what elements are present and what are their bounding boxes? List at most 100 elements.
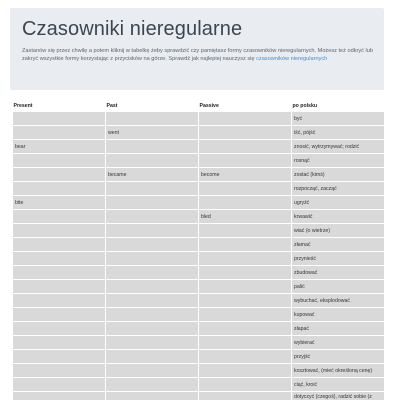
table-row: palić (12, 279, 385, 294)
cell-passive[interactable] (198, 237, 292, 252)
table-row: bled krwawić (12, 209, 385, 224)
cell-passive[interactable]: become (198, 167, 292, 182)
cell-polish[interactable]: przyjść (291, 349, 385, 364)
cell-past[interactable] (105, 349, 199, 364)
cell-present[interactable] (12, 111, 106, 126)
cell-passive[interactable] (198, 125, 292, 140)
cell-present[interactable]: bite (12, 195, 106, 210)
cell-polish[interactable]: wybierać (291, 335, 385, 350)
irregular-verbs-link[interactable]: czasowników nieregularnych (256, 56, 327, 62)
table-row: wiać (o wietrze) (12, 223, 385, 238)
cell-past[interactable] (105, 307, 199, 322)
cell-polish[interactable]: rozpocząć, zacząć (291, 181, 385, 196)
cell-passive[interactable] (198, 181, 292, 196)
cell-present[interactable] (12, 153, 106, 168)
cell-past[interactable] (105, 321, 199, 336)
cell-present[interactable] (12, 363, 106, 378)
cell-present[interactable] (12, 265, 106, 280)
cell-past[interactable] (105, 139, 199, 154)
cell-passive[interactable] (198, 321, 292, 336)
cell-polish[interactable]: rosnąć (291, 153, 385, 168)
table-row: went iść, pójść (12, 125, 385, 140)
cell-present[interactable] (12, 307, 106, 322)
cell-polish[interactable]: kosztować, (mieć określoną cenę) (291, 363, 385, 378)
cell-passive[interactable] (198, 279, 292, 294)
cell-passive[interactable] (198, 363, 292, 378)
verbs-table: Present Past Passive po polsku być went iś… (12, 100, 385, 400)
table-row: bear znosić, wytrzymywać; rodzić (12, 139, 385, 154)
cell-past[interactable] (105, 237, 199, 252)
cell-polish[interactable]: być (291, 111, 385, 126)
cell-passive[interactable] (198, 223, 292, 238)
cell-polish[interactable]: ugryźć (291, 195, 385, 210)
cell-passive[interactable] (198, 265, 292, 280)
cell-present[interactable] (12, 279, 106, 294)
cell-present[interactable] (12, 293, 106, 308)
cell-present[interactable] (12, 181, 106, 196)
cell-past[interactable] (105, 391, 199, 400)
cell-present[interactable] (12, 321, 106, 336)
cell-present[interactable] (12, 377, 106, 392)
cell-passive[interactable]: bled (198, 209, 292, 224)
cell-past[interactable] (105, 181, 199, 196)
cell-passive[interactable] (198, 391, 292, 400)
table-header-row: Present Past Passive po polsku (13, 100, 385, 112)
cell-polish[interactable]: wybuchać, eksplodować (291, 293, 385, 308)
cell-past[interactable] (105, 251, 199, 266)
cell-passive[interactable] (198, 153, 292, 168)
cell-present[interactable] (12, 335, 106, 350)
table-row: złamać (12, 237, 385, 252)
cell-passive[interactable] (198, 293, 292, 308)
table-row: przynieść (12, 251, 385, 266)
cell-passive[interactable] (198, 335, 292, 350)
cell-passive[interactable] (198, 349, 292, 364)
cell-present[interactable] (12, 237, 106, 252)
cell-polish[interactable]: znosić, wytrzymywać; rodzić (291, 139, 385, 154)
cell-past[interactable] (105, 279, 199, 294)
cell-passive[interactable] (198, 139, 292, 154)
cell-polish[interactable]: złamać (291, 237, 385, 252)
cell-polish[interactable]: przynieść (291, 251, 385, 266)
table-row: became become zostać (kimś) (12, 167, 385, 182)
cell-polish[interactable]: ciąć, kroić (291, 377, 385, 392)
cell-past[interactable] (105, 223, 199, 238)
cell-polish[interactable]: palić (291, 279, 385, 294)
cell-present[interactable] (12, 125, 106, 140)
cell-past[interactable]: became (105, 167, 199, 182)
cell-past[interactable] (105, 209, 199, 224)
table-row: przyjść (12, 349, 385, 364)
cell-present[interactable] (12, 251, 106, 266)
cell-passive[interactable] (198, 307, 292, 322)
cell-passive[interactable] (198, 195, 292, 210)
cell-polish[interactable]: dotyczyć (czegoś), radzić sobie (z czymś… (291, 391, 385, 400)
cell-present[interactable] (12, 209, 106, 224)
intro-panel: Czasowniki nieregularne Zastanów się prz… (10, 8, 384, 90)
cell-polish[interactable]: krwawić (291, 209, 385, 224)
cell-polish[interactable]: wiać (o wietrze) (291, 223, 385, 238)
cell-passive[interactable] (198, 111, 292, 126)
cell-past[interactable] (105, 363, 199, 378)
cell-polish[interactable]: iść, pójść (291, 125, 385, 140)
cell-past[interactable] (105, 195, 199, 210)
cell-present[interactable]: bear (12, 139, 106, 154)
cell-polish[interactable]: złapać (291, 321, 385, 336)
cell-past[interactable] (105, 335, 199, 350)
cell-past[interactable] (105, 265, 199, 280)
cell-passive[interactable] (198, 377, 292, 392)
cell-polish[interactable]: kupować (291, 307, 385, 322)
cell-polish[interactable]: zbudować (291, 265, 385, 280)
cell-present[interactable] (12, 223, 106, 238)
cell-past[interactable]: went (105, 125, 199, 140)
cell-present[interactable] (12, 391, 106, 400)
cell-polish[interactable]: zostać (kimś) (291, 167, 385, 182)
page-title: Czasowniki nieregularne (22, 18, 243, 40)
cell-present[interactable] (12, 349, 106, 364)
cell-passive[interactable] (198, 251, 292, 266)
cell-past[interactable] (105, 111, 199, 126)
cell-present[interactable] (12, 167, 106, 182)
cell-past[interactable] (105, 293, 199, 308)
table-row: być (12, 111, 385, 126)
cell-past[interactable] (105, 153, 199, 168)
cell-past[interactable] (105, 377, 199, 392)
page: Czasowniki nieregularne Zastanów się prz… (0, 0, 400, 400)
